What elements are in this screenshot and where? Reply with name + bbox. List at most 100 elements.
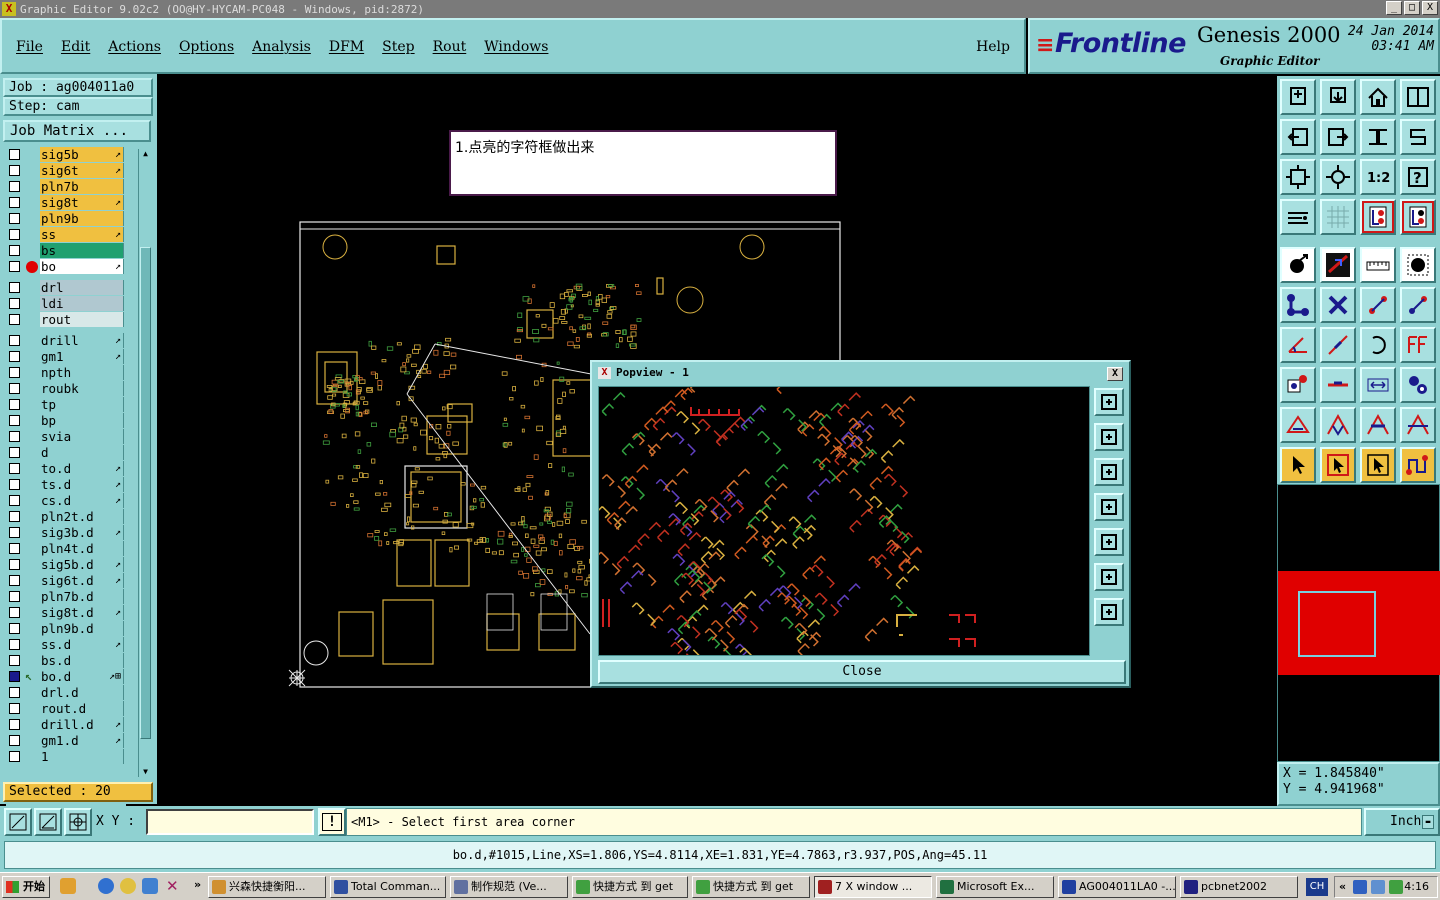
language-indicator[interactable]: CH bbox=[1306, 878, 1328, 896]
layer-row[interactable]: rout bbox=[6, 312, 126, 327]
layer-checkbox[interactable] bbox=[9, 511, 20, 522]
redraw-icon[interactable] bbox=[1400, 119, 1436, 155]
grid-icon[interactable] bbox=[1320, 199, 1356, 235]
layer-checkbox[interactable] bbox=[9, 639, 20, 650]
measure-box-icon[interactable] bbox=[1360, 367, 1396, 403]
palette-icon[interactable] bbox=[1280, 199, 1316, 235]
text-ff-icon[interactable] bbox=[1400, 327, 1436, 363]
overview-view-frame[interactable] bbox=[1298, 591, 1376, 657]
triangle-alt-icon[interactable] bbox=[1320, 407, 1356, 443]
pan-left-icon[interactable] bbox=[1280, 119, 1316, 155]
popview-pan-right-icon[interactable] bbox=[1094, 528, 1124, 556]
layer-row[interactable]: cs.d ↗ bbox=[6, 493, 126, 508]
copy-icon[interactable] bbox=[1400, 287, 1436, 323]
layer-checkbox[interactable] bbox=[9, 607, 20, 618]
menu-dfm[interactable]: DFM bbox=[329, 39, 364, 55]
close-window-button[interactable]: X bbox=[1422, 1, 1438, 15]
quicklaunch-ie-icon[interactable] bbox=[98, 878, 114, 894]
layer-row[interactable]: rout.d bbox=[6, 701, 126, 716]
layer-checkbox[interactable] bbox=[9, 671, 20, 682]
delete-icon[interactable] bbox=[1320, 287, 1356, 323]
taskbar-task[interactable]: pcbnet2002 bbox=[1180, 876, 1298, 898]
route-icon[interactable] bbox=[1400, 447, 1436, 483]
layer-row[interactable]: 1 bbox=[6, 749, 126, 764]
layer-checkbox[interactable] bbox=[9, 719, 20, 730]
popview-x-button[interactable]: X bbox=[1107, 367, 1123, 381]
ruler-icon[interactable] bbox=[1360, 247, 1396, 283]
layer-checkbox[interactable] bbox=[9, 282, 20, 293]
popview-pan-left-icon[interactable] bbox=[1094, 493, 1124, 521]
menu-step[interactable]: Step bbox=[382, 39, 414, 55]
scroll-up-icon[interactable]: ▲ bbox=[140, 149, 151, 159]
layer-name[interactable]: sig3b.d ↗ bbox=[40, 525, 124, 540]
quicklaunch-folder-icon[interactable] bbox=[60, 878, 76, 894]
layer-checkbox[interactable] bbox=[9, 399, 20, 410]
layer-checkbox[interactable] bbox=[9, 367, 20, 378]
zoom-in-page-icon[interactable] bbox=[1320, 79, 1356, 115]
layer-row[interactable]: pln4t.d bbox=[6, 541, 126, 556]
layer-name[interactable]: ss ↗ bbox=[40, 227, 124, 242]
layer-row[interactable]: sig3b.d ↗ bbox=[6, 525, 126, 540]
layer-name[interactable]: drl bbox=[40, 280, 124, 295]
layer-checkbox[interactable] bbox=[9, 687, 20, 698]
layer-checkbox[interactable] bbox=[9, 181, 20, 192]
taskbar-task[interactable]: 快捷方式 到 get bbox=[572, 876, 688, 898]
layer-name[interactable]: bo ↗ bbox=[40, 259, 124, 274]
layer-name[interactable]: sig8t ↗ bbox=[40, 195, 124, 210]
layer-row[interactable]: sig6t ↗ bbox=[6, 163, 126, 178]
window-title-bar[interactable]: X Graphic Editor 9.02c2 (OO@HY-HYCAM-PC0… bbox=[0, 0, 1440, 18]
popview-title-bar[interactable]: X Popview - 1 X bbox=[594, 364, 1127, 382]
fit-screen-icon[interactable] bbox=[1280, 159, 1316, 195]
arc-icon[interactable] bbox=[1360, 327, 1396, 363]
poly-alt-icon[interactable] bbox=[1400, 407, 1436, 443]
layer-row[interactable]: drl.d bbox=[6, 685, 126, 700]
tray-expand[interactable]: « bbox=[1339, 877, 1346, 897]
layer-checkbox[interactable] bbox=[9, 703, 20, 714]
layer-name[interactable]: tp bbox=[40, 397, 124, 412]
taskbar-task[interactable]: 兴森快捷衡阳... bbox=[208, 876, 326, 898]
layer-checkbox[interactable] bbox=[9, 559, 20, 570]
popview-zoom-out-icon[interactable] bbox=[1094, 598, 1124, 626]
tray-network-icon[interactable] bbox=[1353, 880, 1367, 894]
menu-edit[interactable]: Edit bbox=[61, 39, 90, 55]
layer-name[interactable]: gm1 ↗ bbox=[40, 349, 124, 364]
layer-name[interactable]: d bbox=[40, 445, 124, 460]
menu-analysis[interactable]: Analysis bbox=[252, 39, 311, 55]
layer-checkbox[interactable] bbox=[9, 751, 20, 762]
taskbar-task[interactable]: Microsoft Ex... bbox=[936, 876, 1054, 898]
triangle-icon[interactable] bbox=[1280, 407, 1316, 443]
taskbar-task[interactable]: 制作规范 (Ve... bbox=[450, 876, 568, 898]
layer-checkbox[interactable] bbox=[9, 463, 20, 474]
layer-checkbox[interactable] bbox=[9, 447, 20, 458]
minimize-button[interactable]: _ bbox=[1386, 1, 1402, 15]
layer-checkbox[interactable] bbox=[9, 735, 20, 746]
layer-row[interactable]: ss.d ↗ bbox=[6, 637, 126, 652]
menu-actions[interactable]: Actions bbox=[108, 39, 161, 55]
tray-volume-icon[interactable] bbox=[1371, 880, 1385, 894]
layer-checkbox[interactable] bbox=[9, 575, 20, 586]
layer-name[interactable]: drill.d ↗ bbox=[40, 717, 124, 732]
layer-checkbox[interactable] bbox=[9, 335, 20, 346]
layer-name[interactable]: sig5b.d ↗ bbox=[40, 557, 124, 572]
line-icon[interactable] bbox=[1320, 327, 1356, 363]
pointer-red-icon[interactable] bbox=[1320, 447, 1356, 483]
window-split-icon[interactable] bbox=[1400, 79, 1436, 115]
layer-row[interactable]: bo ↗ bbox=[6, 259, 126, 274]
layer-name[interactable]: sig6t.d ↗ bbox=[40, 573, 124, 588]
zoom-fit-icon[interactable] bbox=[1320, 159, 1356, 195]
menu-file[interactable]: File bbox=[16, 39, 43, 55]
layer-row[interactable]: pln2t.d bbox=[6, 509, 126, 524]
quicklaunch-more[interactable]: » bbox=[194, 878, 201, 891]
pointer-icon[interactable] bbox=[1280, 447, 1316, 483]
scrollbar-thumb[interactable] bbox=[140, 247, 151, 739]
popview-zoom-in-icon[interactable] bbox=[1094, 563, 1124, 591]
layer-row[interactable]: bs.d bbox=[6, 653, 126, 668]
zoom-home-icon[interactable] bbox=[1280, 79, 1316, 115]
quicklaunch-browser-icon[interactable] bbox=[142, 878, 158, 894]
scroll-down-icon[interactable]: ▼ bbox=[140, 767, 151, 777]
layer-name[interactable]: bs bbox=[40, 243, 124, 258]
mirror-icon[interactable] bbox=[1360, 119, 1396, 155]
pan-right-icon[interactable] bbox=[1320, 119, 1356, 155]
angle-icon[interactable] bbox=[1280, 327, 1316, 363]
layer-name[interactable]: to.d ↗ bbox=[40, 461, 124, 476]
